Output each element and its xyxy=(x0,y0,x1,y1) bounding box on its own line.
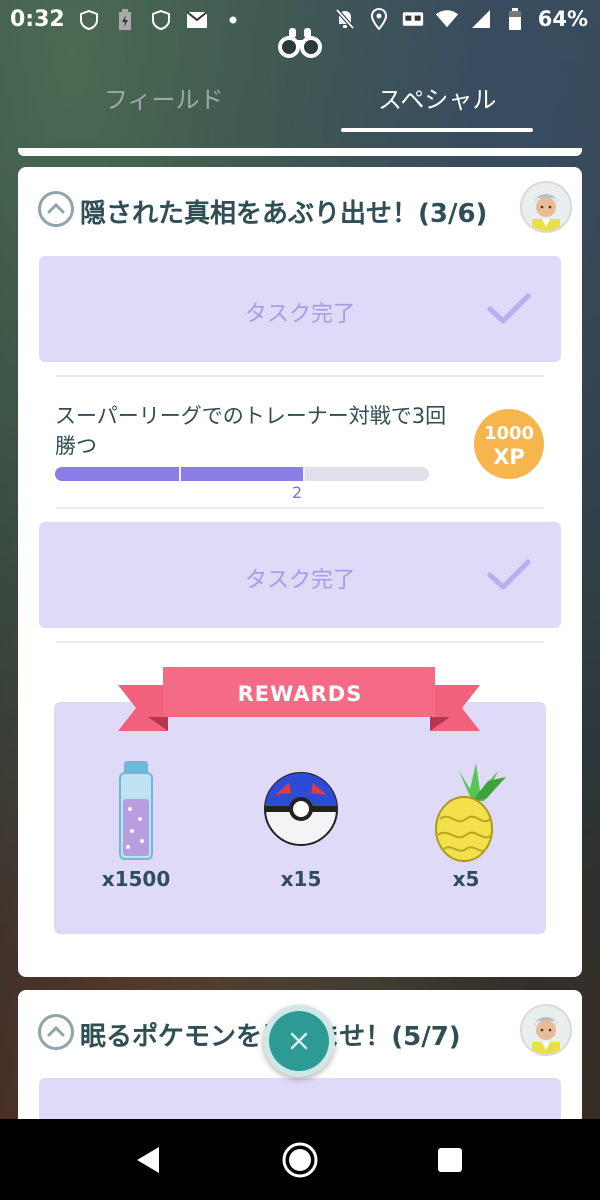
task-done-label: タスク完了 xyxy=(244,568,355,593)
task-completed-row-1: タスク完了 xyxy=(39,256,561,362)
vpn-shield-icon-2 xyxy=(150,9,172,31)
rewards-title: REWARDS xyxy=(237,682,363,706)
collapse-chevron-button[interactable] xyxy=(38,191,74,227)
progress-segment-divider xyxy=(178,467,181,481)
task-progress-bar xyxy=(55,467,429,481)
reward-item-pinap-berry[interactable] xyxy=(428,761,516,865)
task-done-label: タスク完了 xyxy=(244,302,355,327)
navigation-bar xyxy=(0,1119,600,1200)
location-icon xyxy=(368,8,390,30)
battery-percent: 64% xyxy=(537,7,588,31)
home-icon xyxy=(282,1142,318,1177)
divider xyxy=(56,507,544,509)
back-icon xyxy=(137,1146,159,1173)
xp-amount: 1000 xyxy=(483,423,535,444)
home-button[interactable] xyxy=(260,1119,340,1200)
tab-special[interactable]: スペシャル xyxy=(378,80,496,115)
task-completed-row-2: タスク完了 xyxy=(39,522,561,628)
previous-card-edge xyxy=(18,148,582,156)
task-description: スーパーリーグでのトレーナー対戦で3回勝つ xyxy=(55,404,447,458)
progress-count: 2 xyxy=(292,483,303,502)
quest-card: 隠された真相をあぶり出せ！(3/6) タスク完了 スーパーリーグでのトレーナー対… xyxy=(18,167,582,977)
reward-item-stardust[interactable] xyxy=(106,759,166,863)
professor-avatar xyxy=(520,181,572,233)
reward-qty: x15 xyxy=(280,867,322,891)
divider xyxy=(56,641,544,643)
mail-icon xyxy=(186,9,208,31)
progress-segment-divider xyxy=(303,467,306,481)
check-icon xyxy=(487,292,531,330)
close-button[interactable] xyxy=(263,1005,335,1077)
binoculars-icon[interactable] xyxy=(276,26,324,60)
vr-icon xyxy=(402,8,424,30)
great-ball-icon xyxy=(264,772,338,846)
wifi-icon xyxy=(435,8,458,30)
recents-button[interactable] xyxy=(410,1119,490,1200)
stardust-vial-icon xyxy=(119,761,153,860)
battery-saver-icon xyxy=(114,9,136,31)
tab-field[interactable]: フィールド xyxy=(104,80,224,115)
close-icon xyxy=(269,1011,329,1071)
battery-icon xyxy=(504,8,526,30)
notification-dot-icon xyxy=(222,9,244,31)
check-icon xyxy=(487,558,531,596)
back-button[interactable] xyxy=(108,1119,188,1200)
collapse-chevron-button[interactable] xyxy=(38,1014,74,1050)
vpn-shield-icon xyxy=(78,9,100,31)
pinap-berry-icon xyxy=(435,763,506,862)
xp-unit: XP xyxy=(493,445,525,469)
professor-avatar xyxy=(520,1004,572,1056)
recents-icon xyxy=(438,1147,462,1172)
status-time: 0:32 xyxy=(10,7,65,32)
active-tab-indicator xyxy=(341,128,533,132)
reward-qty: x5 xyxy=(452,867,480,891)
quest-title: 隠された真相をあぶり出せ！(3/6) xyxy=(80,199,488,229)
divider xyxy=(56,375,544,377)
reward-item-great-ball[interactable] xyxy=(263,771,339,847)
notifications-off-icon xyxy=(334,8,356,30)
cell-signal-icon xyxy=(470,8,492,30)
reward-qty: x1500 xyxy=(101,867,171,891)
xp-reward-badge: 1000 XP xyxy=(474,409,544,479)
